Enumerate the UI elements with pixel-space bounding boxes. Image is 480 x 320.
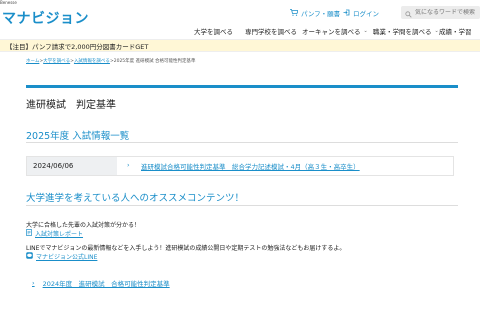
login-icon — [343, 9, 350, 18]
nav-item-vocational[interactable]: 専門学校を調べる — [245, 26, 297, 36]
line-icon — [26, 252, 33, 261]
nav-label: 職業・学問を調べる — [373, 28, 432, 36]
row-link-text: 進研模試合格可能性判定基準 総合学力記述模試・4月（高３生・高卒生） — [141, 163, 360, 171]
nav-label: 成績・学習 — [439, 28, 472, 36]
section-divider — [26, 205, 458, 206]
promo-banner[interactable]: 【注目】パンフ請求で2,000円分図書カードGET — [0, 39, 480, 52]
section-divider — [26, 142, 458, 143]
section-title-exam-list: 2025年度 入試情報一覧 — [26, 131, 130, 142]
prev-year-link-text: 2024年度 進研模試 合格可能性判定基準 — [42, 280, 170, 288]
breadcrumb-home[interactable]: ホーム — [26, 59, 39, 64]
nav-item-grades[interactable]: 成績・学習 — [439, 26, 472, 36]
nav-item-university[interactable]: 大学を調べる — [194, 26, 233, 36]
row-date: 2024/06/06 — [27, 157, 117, 175]
line-link-text: マナビジョン公式LINE — [36, 254, 98, 261]
corporate-logo: Benesse — [0, 0, 17, 5]
login-link[interactable]: ログイン — [343, 8, 379, 18]
prev-year-link[interactable]: › 2024年度 進研模試 合格可能性判定基準 — [26, 278, 170, 288]
pamphlet-label: パンフ・願書 — [301, 10, 341, 18]
exam-info-row: 2024/06/06 › 進研模試合格可能性判定基準 総合学力記述模試・4月（高… — [26, 156, 454, 176]
page-title: 進研模試 判定基準 — [26, 100, 116, 111]
chevron-down-icon: ⌄ — [363, 28, 368, 34]
breadcrumb: ホーム>大学を調べる>入試情報を調べる>2025年度 進研模試 合格可能性判定基… — [26, 58, 196, 64]
nav-item-careers[interactable]: 職業・学問を調べる ⌄ — [373, 26, 439, 36]
nav-label: オーキャンを調べる — [302, 28, 361, 36]
document-icon — [26, 229, 32, 238]
search-icon — [405, 3, 412, 22]
report-link[interactable]: 入試対策レポート — [26, 229, 83, 238]
login-label: ログイン — [353, 10, 379, 18]
breadcrumb-exam-info[interactable]: 入試情報を調べる — [74, 59, 110, 64]
breadcrumb-current: 2025年度 進研模試 合格可能性判定基準 — [113, 59, 196, 64]
chevron-right-icon: › — [127, 161, 130, 169]
section-title-recommend: 大学進学を考えている人へのオススメコンテンツ！ — [26, 193, 245, 204]
site-logo[interactable]: マナビジョン — [2, 8, 89, 28]
cart-icon — [290, 8, 299, 18]
nav-label: 専門学校を調べる — [245, 28, 297, 36]
chevron-right-icon: › — [32, 279, 35, 287]
line-link[interactable]: マナビジョン公式LINE — [26, 252, 97, 261]
row-link[interactable]: › 進研模試合格可能性判定基準 総合学力記述模試・4月（高３生・高卒生） — [117, 161, 360, 171]
search-box[interactable] — [401, 6, 480, 19]
banner-text: 【注目】パンフ請求で2,000円分図書カードGET — [6, 42, 149, 51]
promo-text-line: LINEでマナビジョンの最新情報などを入手しよう！進研模試の成績公開日や定期テス… — [26, 245, 346, 252]
pamphlet-link[interactable]: パンフ・願書 — [290, 8, 340, 18]
search-input[interactable] — [412, 9, 480, 16]
promo-text-report: 大学に合格した先輩の入試対策が分かる！ — [26, 222, 141, 229]
nav-item-opencampus[interactable]: オーキャンを調べる ⌄ — [302, 26, 368, 36]
title-accent-line — [26, 85, 458, 88]
breadcrumb-university[interactable]: 大学を調べる — [43, 59, 70, 64]
report-link-text: 入試対策レポート — [35, 231, 84, 238]
nav-label: 大学を調べる — [194, 28, 233, 36]
